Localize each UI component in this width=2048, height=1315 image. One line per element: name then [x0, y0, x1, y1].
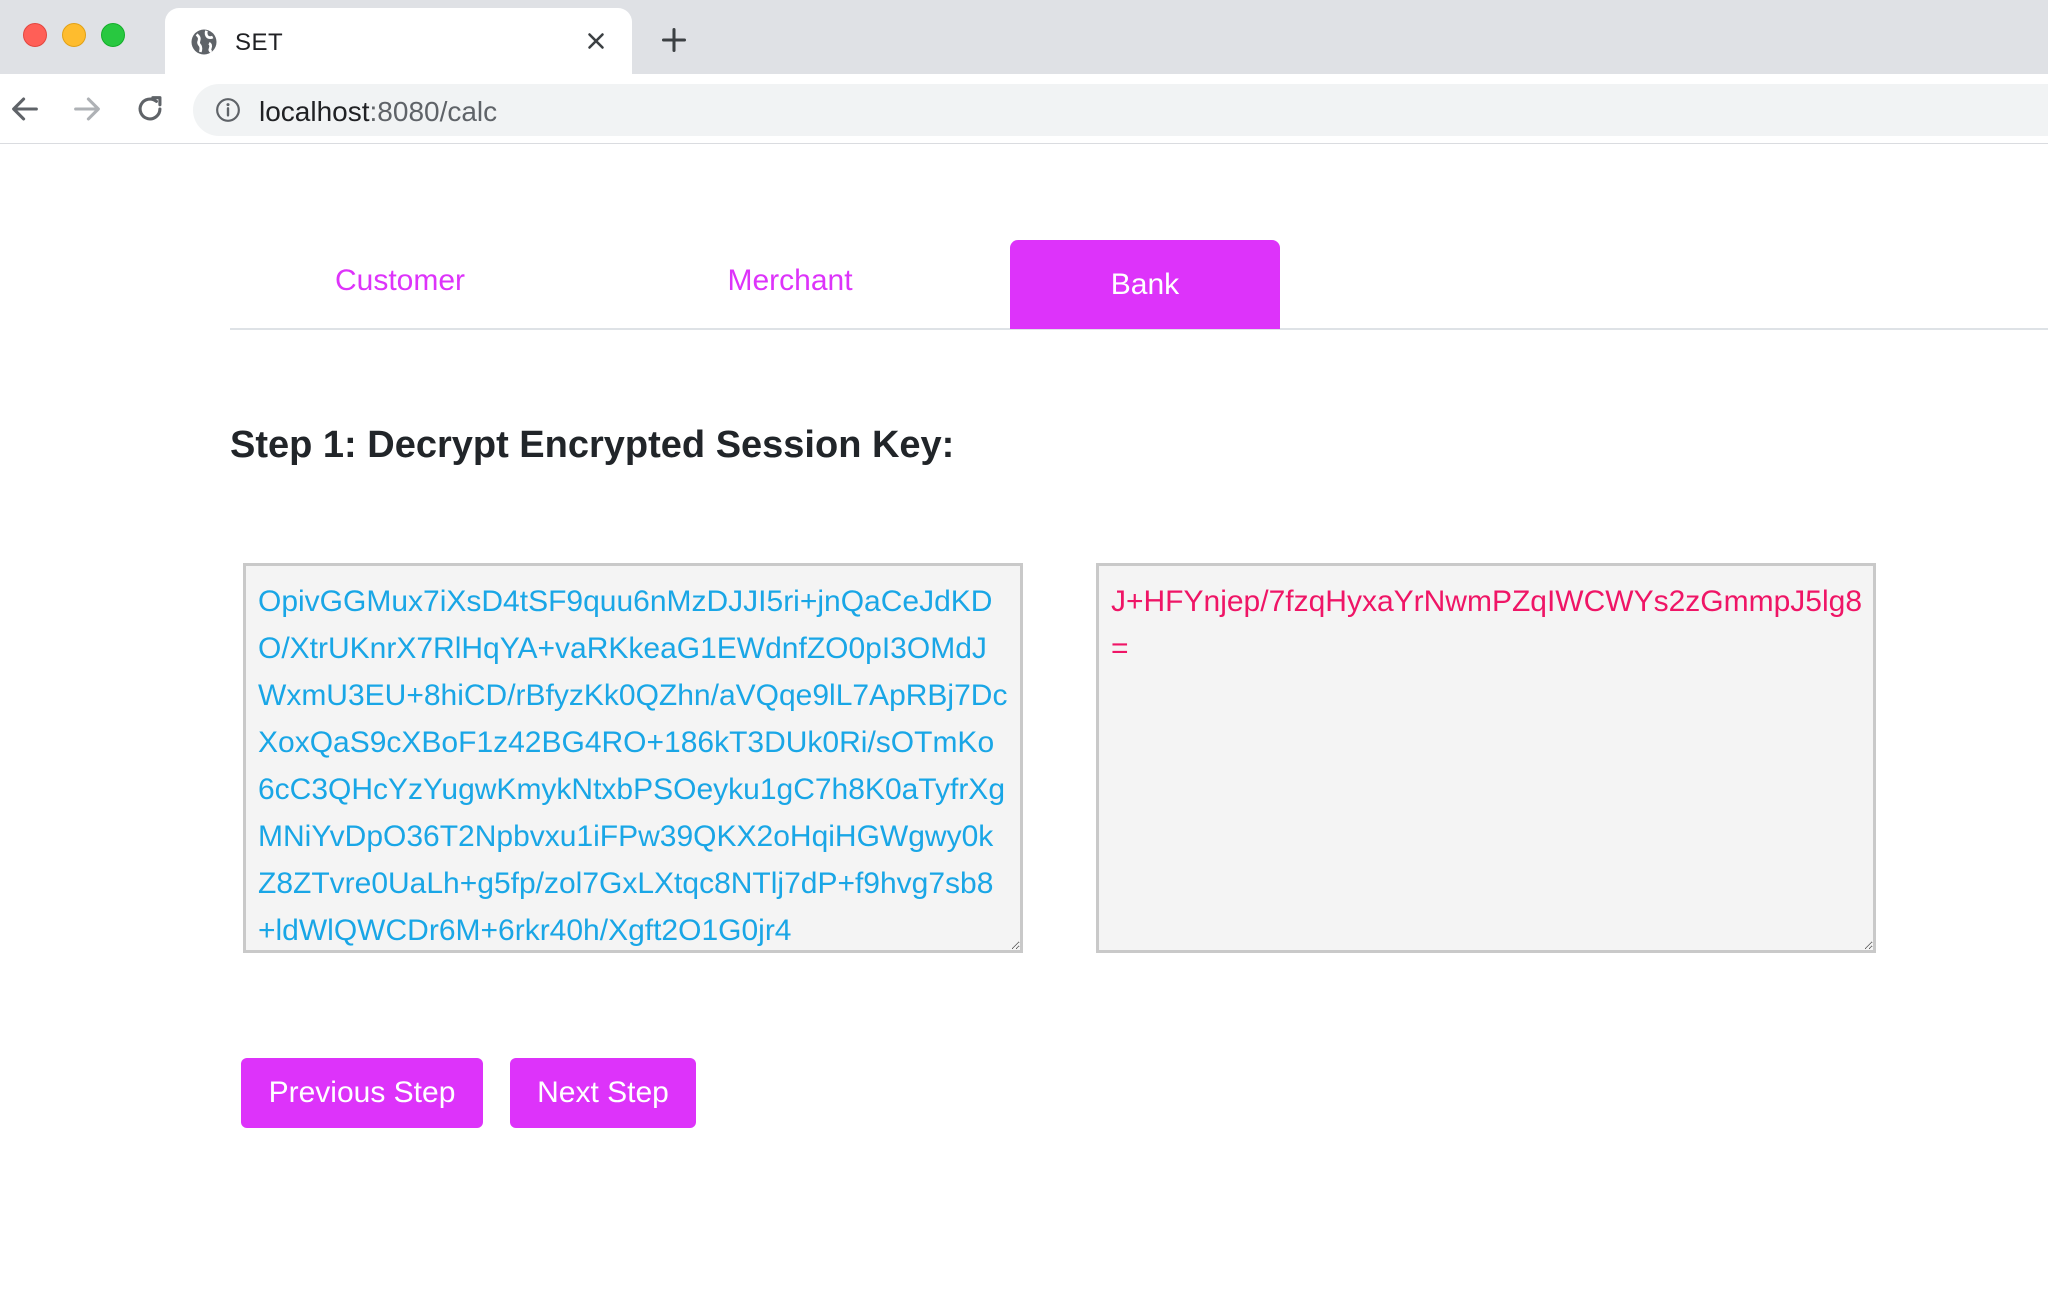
role-tabs: Customer Merchant Bank	[230, 240, 2048, 330]
tab-merchant[interactable]: Merchant	[675, 240, 905, 329]
tab-customer[interactable]: Customer	[285, 240, 515, 329]
url-path: :8080/calc	[369, 96, 498, 127]
back-arrow-icon[interactable]	[8, 92, 42, 126]
globe-icon	[191, 29, 217, 55]
close-window-button[interactable]	[23, 23, 47, 47]
forward-arrow-icon[interactable]	[70, 92, 104, 126]
browser-toolbar: localhost:8080/calc	[0, 74, 2048, 144]
tab-label: Merchant	[727, 264, 853, 297]
previous-step-button[interactable]: Previous Step	[241, 1058, 483, 1128]
step-title: Step 1: Decrypt Encrypted Session Key:	[230, 424, 955, 466]
new-tab-icon[interactable]	[660, 26, 688, 54]
session-key-textarea[interactable]: J+HFYnjep/7fzqHyxaYrNwmPZqIWCWYs2zGmmpJ5…	[1096, 563, 1876, 953]
minimize-window-button[interactable]	[62, 23, 86, 47]
close-tab-icon[interactable]	[583, 28, 609, 54]
url-host: localhost	[259, 96, 370, 127]
browser-tab[interactable]: SET	[165, 8, 632, 74]
info-icon[interactable]	[215, 97, 241, 123]
encrypted-session-key-textarea[interactable]: OpivGGMux7iXsD4tSF9quu6nMzDJJI5ri+jnQaCe…	[243, 563, 1023, 953]
next-step-button[interactable]: Next Step	[510, 1058, 696, 1128]
url-text: localhost:8080/calc	[259, 96, 497, 128]
tab-title: SET	[235, 29, 284, 56]
tab-label: Customer	[334, 264, 466, 297]
browser-tab-bar: SET	[0, 0, 2048, 74]
maximize-window-button[interactable]	[101, 23, 125, 47]
tab-bank[interactable]: Bank	[1010, 240, 1280, 329]
tab-label: Bank	[1110, 268, 1180, 301]
reload-icon[interactable]	[133, 92, 167, 126]
address-bar[interactable]: localhost:8080/calc	[193, 84, 2048, 136]
